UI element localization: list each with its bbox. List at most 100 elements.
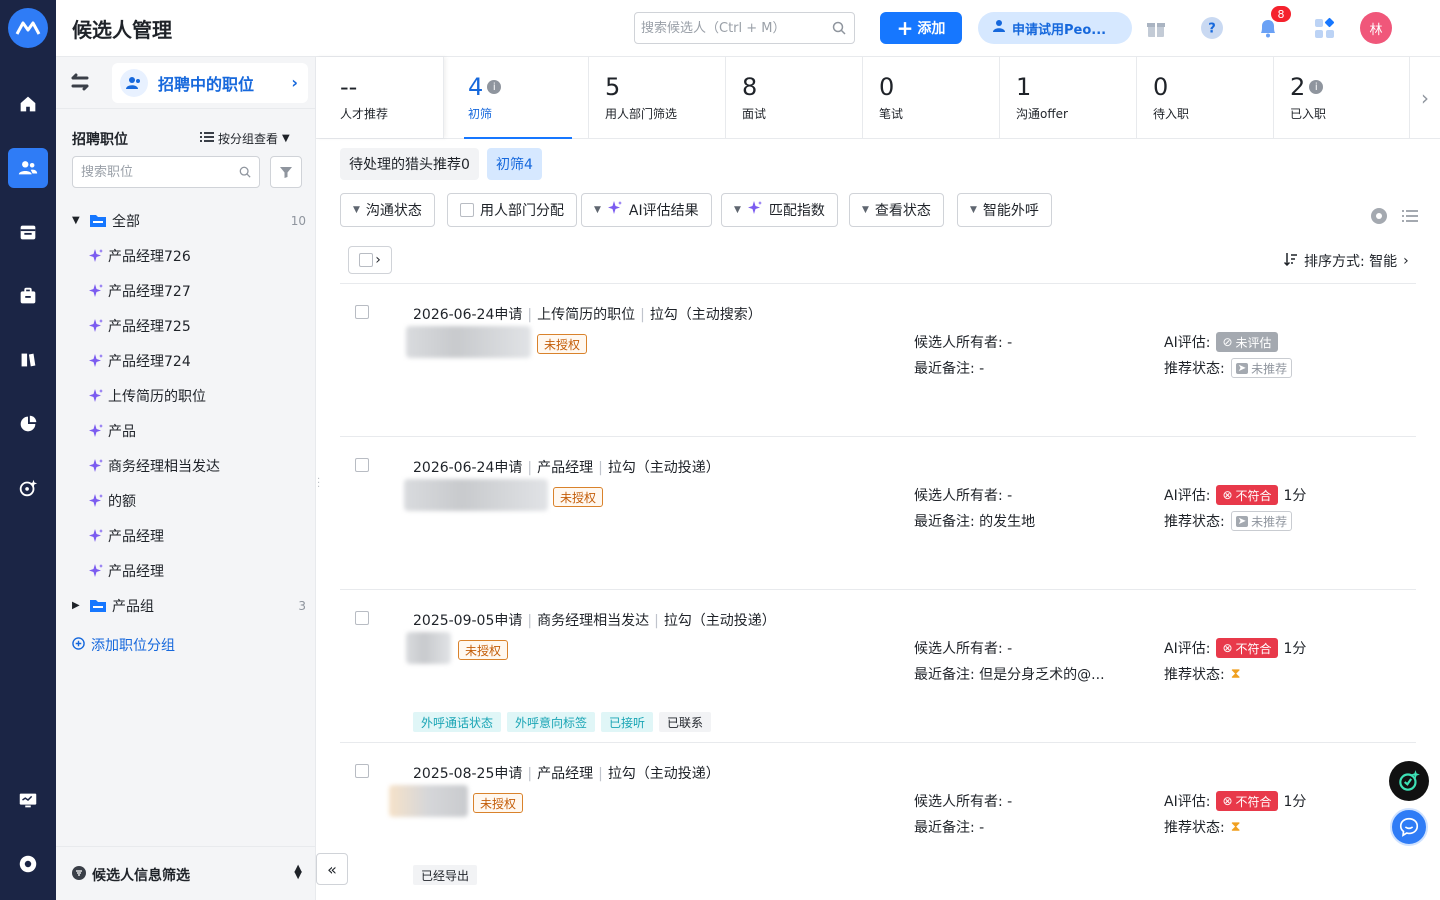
calendar-icon[interactable]	[8, 212, 48, 252]
job-item[interactable]: 商务经理相当发达	[56, 448, 316, 483]
info-icon[interactable]: i	[487, 80, 502, 94]
candidate-card[interactable]: 2025-08-25申请 | 产品经理 | 拉勾（主动投递） 未授权 候选人所有者: -…	[340, 743, 1416, 896]
applied-job[interactable]: 上传简历的职位	[537, 307, 635, 323]
sort-icon	[1283, 252, 1298, 270]
pie-chart-icon[interactable]	[8, 404, 48, 444]
stage-count-wrap: 4i	[468, 73, 502, 101]
job-item[interactable]: 产品经理727	[56, 273, 316, 308]
select-all-checkbox[interactable]	[359, 253, 374, 267]
job-item[interactable]: 上传简历的职位	[56, 378, 316, 413]
trial-button[interactable]: 申请试用Peo...	[978, 12, 1132, 44]
ai-label: AI评估:	[1164, 794, 1211, 810]
row-checkbox[interactable]	[355, 764, 369, 778]
checkbox[interactable]	[460, 203, 474, 217]
applied-job[interactable]: 商务经理相当发达	[537, 613, 649, 629]
candidate-name-blurred[interactable]	[406, 326, 531, 358]
tree-all[interactable]: ▼ 全部 10	[56, 203, 316, 238]
candidate-card[interactable]: 2026-06-24申请 | 上传简历的职位 | 拉勾（主动搜索） 未授权 候选人所有者…	[340, 284, 1416, 437]
applied-job[interactable]: 产品经理	[537, 460, 593, 476]
gift-icon[interactable]	[1144, 16, 1168, 40]
row-checkbox[interactable]	[355, 305, 369, 319]
row-checkbox[interactable]	[355, 611, 369, 625]
candidate-name-blurred[interactable]	[404, 479, 548, 511]
stage-tab-pending-onboard[interactable]: 0 待入职	[1137, 57, 1274, 138]
jobs-tab[interactable]: 招聘中的职位 ›	[112, 63, 308, 103]
candidate-search[interactable]	[634, 12, 855, 44]
send-icon: ➤	[1235, 515, 1249, 527]
stage-name: 笔试	[879, 107, 904, 121]
app-logo-icon[interactable]	[8, 8, 48, 48]
note-field: 最近备注: -	[914, 817, 984, 837]
candidate-name-blurred[interactable]	[389, 785, 468, 817]
sort-selector[interactable]: 排序方式: 智能 ›	[1283, 251, 1409, 271]
panel-splitter-handle[interactable]: · · ·	[317, 475, 320, 493]
filter-match-index[interactable]: ▼ 匹配指数	[721, 193, 838, 227]
ai-assistant-button[interactable]	[1389, 761, 1429, 801]
job-item[interactable]: 产品经理	[56, 553, 316, 588]
caret-right-icon[interactable]: ▶	[72, 600, 80, 611]
applied-job[interactable]: 产品经理	[537, 766, 593, 782]
ai-target-icon[interactable]	[8, 468, 48, 508]
stage-tab-dept[interactable]: 5 用人部门筛选	[589, 57, 726, 138]
candidate-meta: 2026-06-24申请 | 上传简历的职位 | 拉勾（主动搜索）	[413, 307, 762, 323]
caret-down-icon[interactable]: ▼	[72, 215, 80, 226]
info-icon[interactable]: i	[1309, 80, 1324, 94]
stage-tab-talent[interactable]: -- 人才推荐	[316, 57, 444, 138]
home-icon[interactable]	[8, 84, 48, 124]
candidate-card[interactable]: 2026-06-24申请 | 产品经理 | 拉勾（主动投递） 未授权 候选人所有者: -…	[340, 437, 1416, 590]
list-view-icon[interactable]	[1402, 209, 1418, 227]
filter-smart-call[interactable]: ▼ 智能外呼	[957, 193, 1052, 227]
help-icon[interactable]: ?	[1200, 16, 1224, 40]
stage-tab-offer[interactable]: 1 沟通offer	[1000, 57, 1137, 138]
job-item[interactable]: 的额	[56, 483, 316, 518]
job-item[interactable]: 产品经理726	[56, 238, 316, 273]
candidate-info-filter[interactable]: 候选人信息筛选 ▲ ▼	[56, 846, 316, 900]
candidates-nav-icon[interactable]	[8, 148, 48, 188]
chat-support-button[interactable]	[1390, 808, 1428, 846]
apps-grid-icon[interactable]	[1312, 16, 1336, 40]
source: 拉勾（主动搜索）	[649, 307, 762, 323]
avatar[interactable]: 林	[1360, 12, 1392, 44]
filter-dept-assign[interactable]: 用人部门分配	[447, 193, 577, 227]
rec-status-text: 未推荐	[1251, 514, 1288, 529]
job-item[interactable]: 产品	[56, 413, 316, 448]
slash-circle-icon: ⊘	[1222, 335, 1233, 349]
monitor-icon[interactable]	[8, 780, 48, 820]
filter-ai-result[interactable]: ▼ AI评估结果	[581, 193, 712, 227]
filter-button[interactable]	[270, 156, 302, 188]
settings-icon[interactable]	[8, 844, 48, 884]
tab-pending-headhunter[interactable]: 待处理的猎头推荐0	[340, 148, 479, 180]
caret-down-icon: ▼	[970, 205, 977, 215]
stage-tab-written-test[interactable]: 0 笔试	[863, 57, 1000, 138]
stage-tab-onboarded[interactable]: 2i 已入职	[1274, 57, 1410, 138]
book-icon[interactable]	[8, 340, 48, 380]
stage-tab-interview[interactable]: 8 面试	[726, 57, 863, 138]
ai-sparkle-icon	[88, 248, 104, 268]
filter-communication-status[interactable]: ▼ 沟通状态	[340, 193, 435, 227]
add-button[interactable]: + 添加	[880, 12, 962, 44]
job-item[interactable]: 产品经理	[56, 518, 316, 553]
candidate-search-input[interactable]	[635, 13, 815, 43]
job-search[interactable]	[72, 156, 260, 188]
job-item[interactable]: 产品经理725	[56, 308, 316, 343]
row-checkbox[interactable]	[355, 458, 369, 472]
tab-screening[interactable]: 初筛4	[487, 148, 542, 180]
add-group-link[interactable]: 添加职位分组	[72, 635, 175, 655]
top-header: 候选人管理 + 添加 申请试用Peo... ? 8 林	[56, 0, 1440, 57]
job-search-input[interactable]	[73, 157, 223, 187]
select-all-dropdown[interactable]: ›	[348, 246, 392, 274]
chevron-right-icon[interactable]: ›	[1410, 57, 1440, 138]
candidate-card[interactable]: 2025-09-05申请 | 商务经理相当发达 | 拉勾（主动投递） 未授权 候选人所有…	[340, 590, 1416, 743]
card-view-icon[interactable]	[1370, 207, 1388, 229]
candidate-name-blurred[interactable]	[406, 632, 451, 664]
stage-tab-screening[interactable]: 4i 初筛	[444, 57, 589, 139]
job-item[interactable]: 产品经理724	[56, 343, 316, 378]
tree-group[interactable]: ▶ 产品组 3	[56, 588, 316, 623]
filter-label: 查看状态	[874, 203, 931, 219]
filter-view-status[interactable]: ▼ 查看状态	[849, 193, 944, 227]
sort-label: 排序方式: 智能	[1304, 254, 1398, 270]
briefcase-icon[interactable]	[8, 276, 48, 316]
job-item-label: 产品经理725	[108, 318, 191, 335]
group-view-toggle[interactable]: 按分组查看 ▼	[200, 130, 290, 147]
switch-icon[interactable]	[70, 73, 90, 95]
